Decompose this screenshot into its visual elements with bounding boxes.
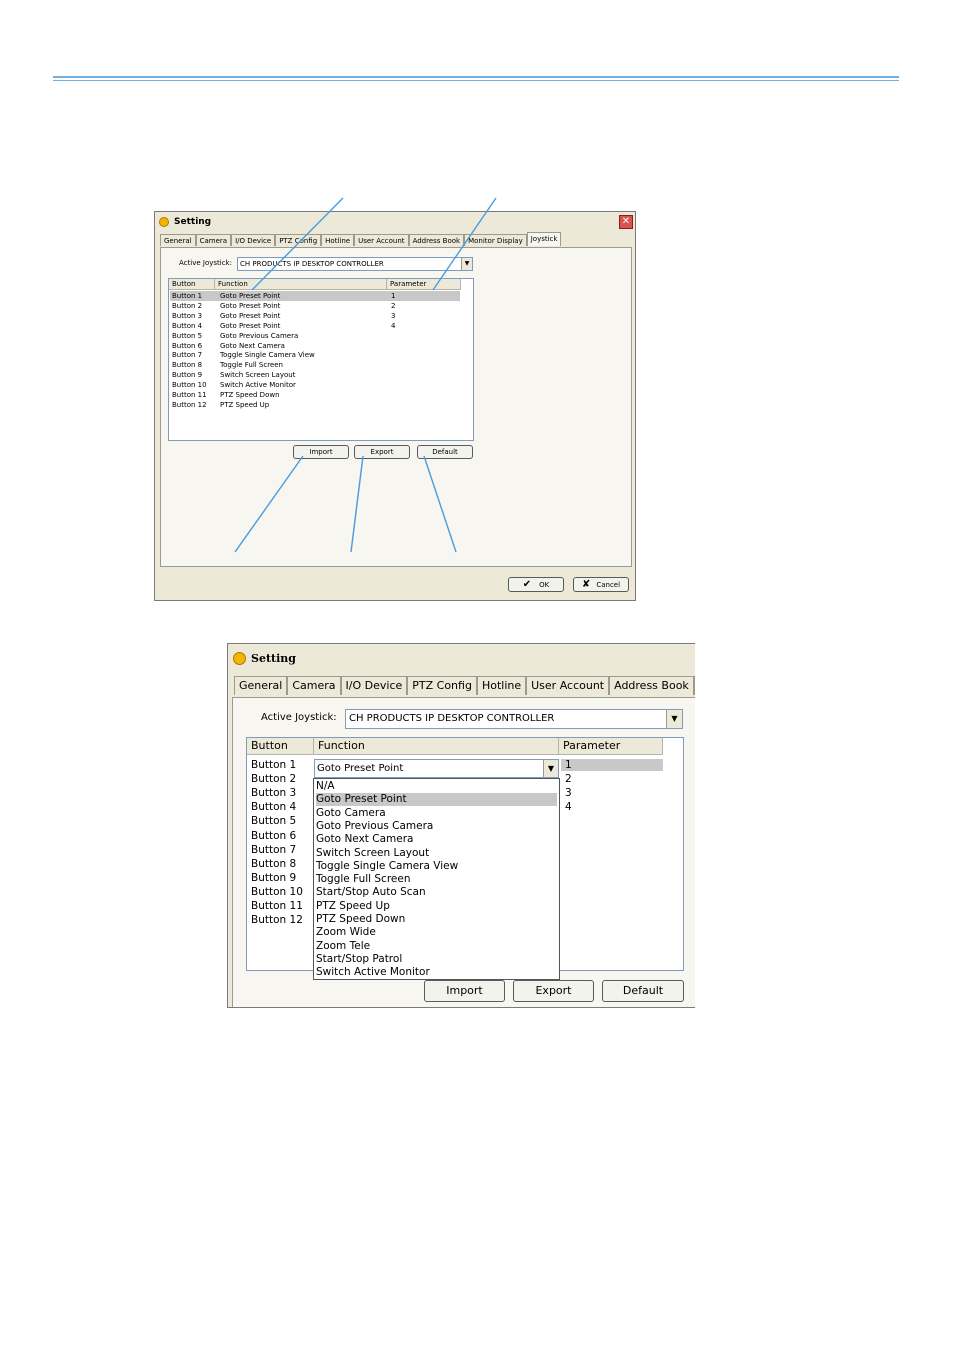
callout-line-parameter (432, 197, 497, 291)
callout-line-export (350, 455, 364, 553)
callout-line-default (423, 455, 457, 553)
callout-lines (234, 197, 497, 553)
callout-line-import (234, 455, 304, 553)
callout-line-function (251, 197, 344, 291)
